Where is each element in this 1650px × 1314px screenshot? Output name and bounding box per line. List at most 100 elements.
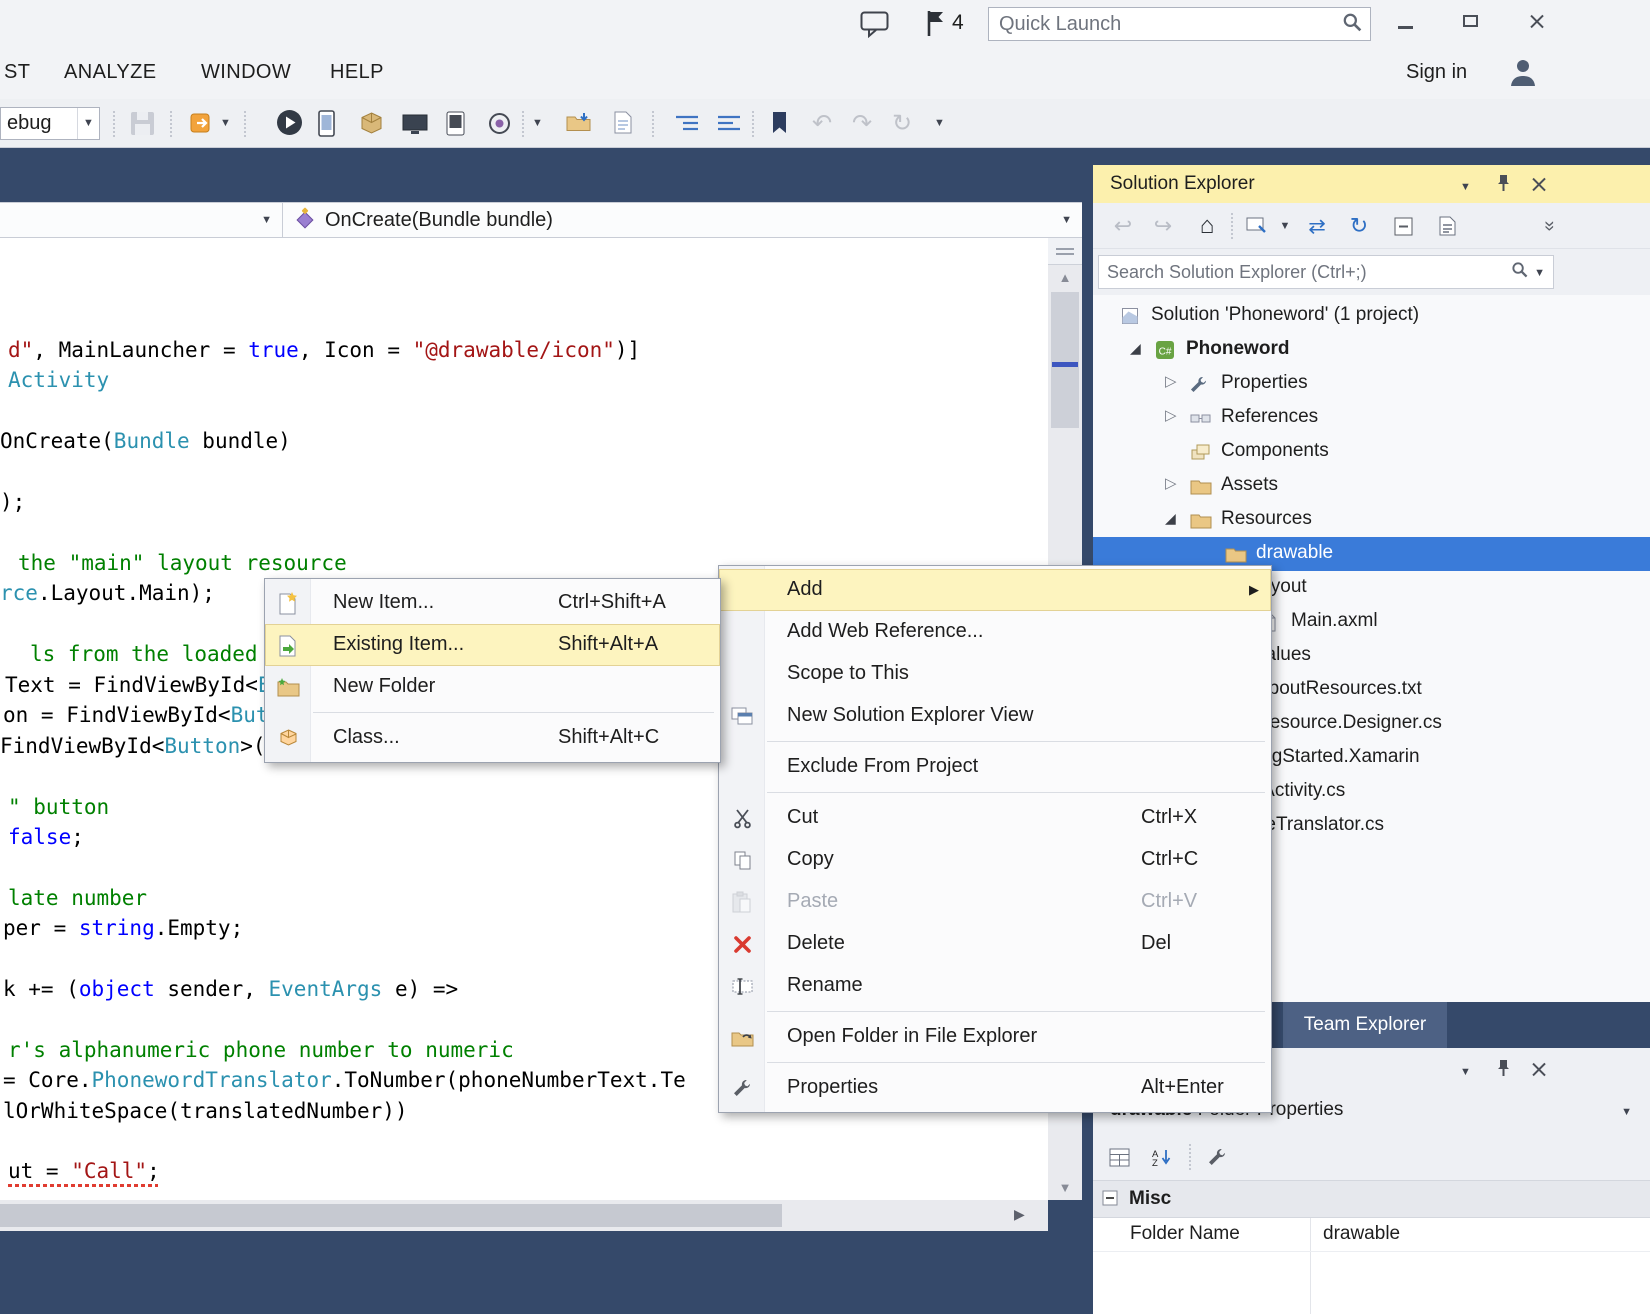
scroll-down-icon[interactable]: ▼: [1048, 1180, 1082, 1195]
menu-help[interactable]: HELP: [330, 61, 384, 84]
maximize-button[interactable]: [1447, 0, 1493, 42]
menu-item-add[interactable]: Add▶: [719, 569, 1271, 611]
menu-item-scope-to-this[interactable]: Scope to This: [719, 653, 1271, 695]
menu-item-rename[interactable]: Rename: [719, 965, 1271, 1007]
editor-horizontal-scrollbar[interactable]: ▶: [0, 1200, 1048, 1231]
package-icon[interactable]: [360, 112, 383, 135]
tree-item-assets[interactable]: ▷Assets: [1093, 469, 1650, 503]
chevron-down-icon[interactable]: ▼: [220, 118, 231, 129]
categorized-icon[interactable]: [1103, 1142, 1135, 1172]
notifications-flag-icon[interactable]: [926, 10, 946, 37]
menu-item-paste[interactable]: PasteCtrl+V: [719, 881, 1271, 923]
search-input[interactable]: [1099, 262, 1511, 283]
refresh-icon[interactable]: ↻: [1343, 210, 1375, 242]
menu-item-properties[interactable]: PropertiesAlt+Enter: [719, 1067, 1271, 1109]
window-position-icon[interactable]: ▼: [1460, 177, 1471, 195]
menu-item-cut[interactable]: CutCtrl+X: [719, 797, 1271, 839]
forward-icon[interactable]: ↪: [1147, 210, 1179, 242]
menu-st[interactable]: ST: [4, 61, 30, 84]
types-dropdown[interactable]: ▼: [0, 203, 283, 237]
indent-icon[interactable]: [674, 114, 700, 133]
outdent-icon[interactable]: [716, 114, 742, 133]
next-bookmark-icon[interactable]: ↷: [852, 109, 872, 138]
menu-item-copy[interactable]: CopyCtrl+C: [719, 839, 1271, 881]
search-icon: [1342, 12, 1362, 37]
property-pages-icon[interactable]: [1201, 1142, 1233, 1172]
quick-launch-box[interactable]: [988, 7, 1371, 41]
solution-configurations-dropdown[interactable]: ebug ▼: [0, 107, 100, 140]
category-row-misc[interactable]: Misc: [1093, 1180, 1650, 1218]
feedback-icon[interactable]: [860, 11, 890, 38]
expand-icon[interactable]: ▷: [1165, 374, 1177, 389]
pin-icon[interactable]: [1496, 1059, 1511, 1082]
menu-item-exclude-from-project[interactable]: Exclude From Project: [719, 746, 1271, 788]
expand-icon[interactable]: ▷: [1165, 408, 1177, 423]
add-folder-icon[interactable]: [566, 112, 591, 132]
scrollbar-thumb[interactable]: [1051, 292, 1079, 428]
chevron-down-icon[interactable]: ▼: [532, 118, 543, 129]
collapse-icon[interactable]: ◢: [1130, 341, 1141, 355]
copy-icon: [729, 847, 755, 873]
menu-item-new-solution-explorer-view[interactable]: New Solution Explorer View: [719, 695, 1271, 737]
visual-studio-window: 4 ST ANALYZE WINDOW HELP Sign in ebug ▼: [0, 0, 1650, 1314]
show-all-files-icon[interactable]: [1431, 210, 1463, 242]
device-icon[interactable]: [446, 111, 465, 136]
menu-item-label: Rename: [787, 974, 863, 997]
toolbar-overflow-icon[interactable]: »: [1533, 210, 1565, 242]
menu-item-existing-item[interactable]: Existing Item...Shift+Alt+A: [265, 624, 720, 666]
menu-item-add-web-reference[interactable]: Add Web Reference...: [719, 611, 1271, 653]
tab-team-explorer[interactable]: Team Explorer: [1283, 1002, 1447, 1048]
tree-item-solution-phoneword-1-project[interactable]: Solution 'Phoneword' (1 project): [1093, 299, 1650, 333]
pin-icon[interactable]: [1496, 174, 1511, 197]
sync-with-active-document-icon[interactable]: ⇄: [1301, 210, 1333, 242]
menu-analyze[interactable]: ANALYZE: [64, 61, 156, 84]
close-button[interactable]: [1514, 0, 1560, 42]
start-debug-icon[interactable]: [276, 109, 303, 136]
expand-icon[interactable]: ▷: [1165, 476, 1177, 491]
notification-count[interactable]: 4: [952, 11, 964, 35]
scrollbar-thumb[interactable]: [0, 1204, 782, 1227]
previous-bookmark-icon[interactable]: ↶: [812, 109, 832, 138]
tree-item-components[interactable]: Components: [1093, 435, 1650, 469]
members-dropdown[interactable]: OnCreate(Bundle bundle) ▼: [283, 203, 1082, 237]
property-row-folder-name[interactable]: Folder Namedrawable: [1093, 1218, 1650, 1252]
property-value[interactable]: drawable: [1323, 1223, 1400, 1245]
tree-item-resources[interactable]: ◢Resources: [1093, 503, 1650, 537]
navigate-icon[interactable]: [190, 111, 214, 135]
splitter-handle-icon[interactable]: [1048, 238, 1082, 265]
code-token: OnCreate(: [0, 429, 114, 453]
quick-launch-input[interactable]: [989, 13, 1342, 36]
sign-in-link[interactable]: Sign in: [1406, 61, 1467, 84]
device-phone-icon[interactable]: [318, 110, 335, 137]
profiler-target-icon[interactable]: [488, 112, 511, 135]
menu-item-delete[interactable]: DeleteDel: [719, 923, 1271, 965]
collapse-icon[interactable]: ◢: [1165, 511, 1176, 525]
chevron-down-icon[interactable]: ▼: [1269, 210, 1301, 242]
menu-item-new-folder[interactable]: New Folder: [265, 666, 720, 708]
menu-item-class[interactable]: Class...Shift+Alt+C: [265, 717, 720, 759]
menu-window[interactable]: WINDOW: [201, 61, 291, 84]
scroll-up-icon[interactable]: ▲: [1048, 270, 1082, 285]
tree-item-phoneword[interactable]: ◢C#Phoneword: [1093, 333, 1650, 367]
search-box[interactable]: ▼: [1098, 255, 1554, 289]
menu-item-open-folder-in-file-explorer[interactable]: Open Folder in File Explorer: [719, 1016, 1271, 1058]
minimize-button[interactable]: [1382, 0, 1428, 42]
code-token: Text = FindViewById<: [5, 673, 258, 697]
window-position-icon[interactable]: ▼: [1460, 1062, 1471, 1080]
collapse-all-icon[interactable]: [1387, 210, 1419, 242]
back-icon[interactable]: ↩: [1107, 210, 1139, 242]
tree-item-properties[interactable]: ▷Properties: [1093, 367, 1650, 401]
save-icon[interactable]: [130, 111, 155, 136]
home-icon[interactable]: ⌂: [1191, 210, 1223, 242]
menu-item-new-item[interactable]: New Item...Ctrl+Shift+A: [265, 582, 720, 624]
chevron-down-icon[interactable]: ▼: [934, 118, 945, 129]
alphabetical-sort-icon[interactable]: AZ: [1145, 1142, 1177, 1172]
bookmark-icon[interactable]: [772, 111, 787, 134]
tree-item-references[interactable]: ▷References: [1093, 401, 1650, 435]
scroll-right-icon[interactable]: ▶: [1014, 1206, 1025, 1223]
user-avatar-icon[interactable]: [1508, 56, 1538, 88]
clear-bookmarks-icon[interactable]: ↻: [892, 109, 912, 138]
collapse-icon[interactable]: [1102, 1190, 1119, 1212]
screen-icon[interactable]: [402, 114, 429, 135]
open-file-icon[interactable]: [612, 111, 634, 134]
